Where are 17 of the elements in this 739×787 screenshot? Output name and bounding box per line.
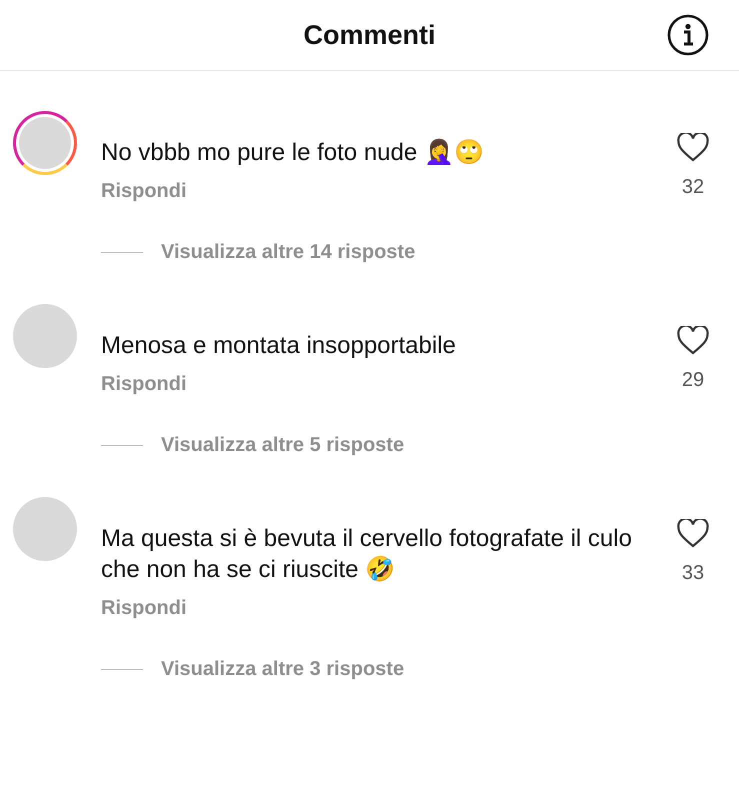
reply-link[interactable]: Rispondi — [101, 373, 187, 396]
heart-icon[interactable] — [677, 519, 709, 548]
like-count: 29 — [682, 369, 704, 392]
like-count: 32 — [682, 176, 704, 199]
view-replies-link[interactable]: Visualizza altre 14 risposte — [161, 241, 416, 264]
comment-text: Ma questa si è bevuta il cervello fotografate il culo che non ha se ci riuscite 🤣 — [101, 524, 633, 585]
view-replies-link[interactable]: Visualizza altre 3 risposte — [161, 658, 404, 681]
heart-icon[interactable] — [677, 133, 709, 162]
page-title: Commenti — [303, 20, 436, 50]
like-count: 33 — [682, 562, 704, 585]
info-icon[interactable] — [667, 14, 709, 56]
reply-link[interactable]: Rispondi — [101, 597, 187, 620]
comment-text: Menosa e montata insopportabile — [101, 331, 457, 361]
reply-link[interactable]: Rispondi — [101, 180, 187, 203]
view-replies-link[interactable]: Visualizza altre 5 risposte — [161, 434, 404, 457]
heart-icon[interactable] — [677, 326, 709, 355]
comment-text: No vbbb mo pure le foto nude 🤦‍♀🙄 — [101, 138, 485, 168]
